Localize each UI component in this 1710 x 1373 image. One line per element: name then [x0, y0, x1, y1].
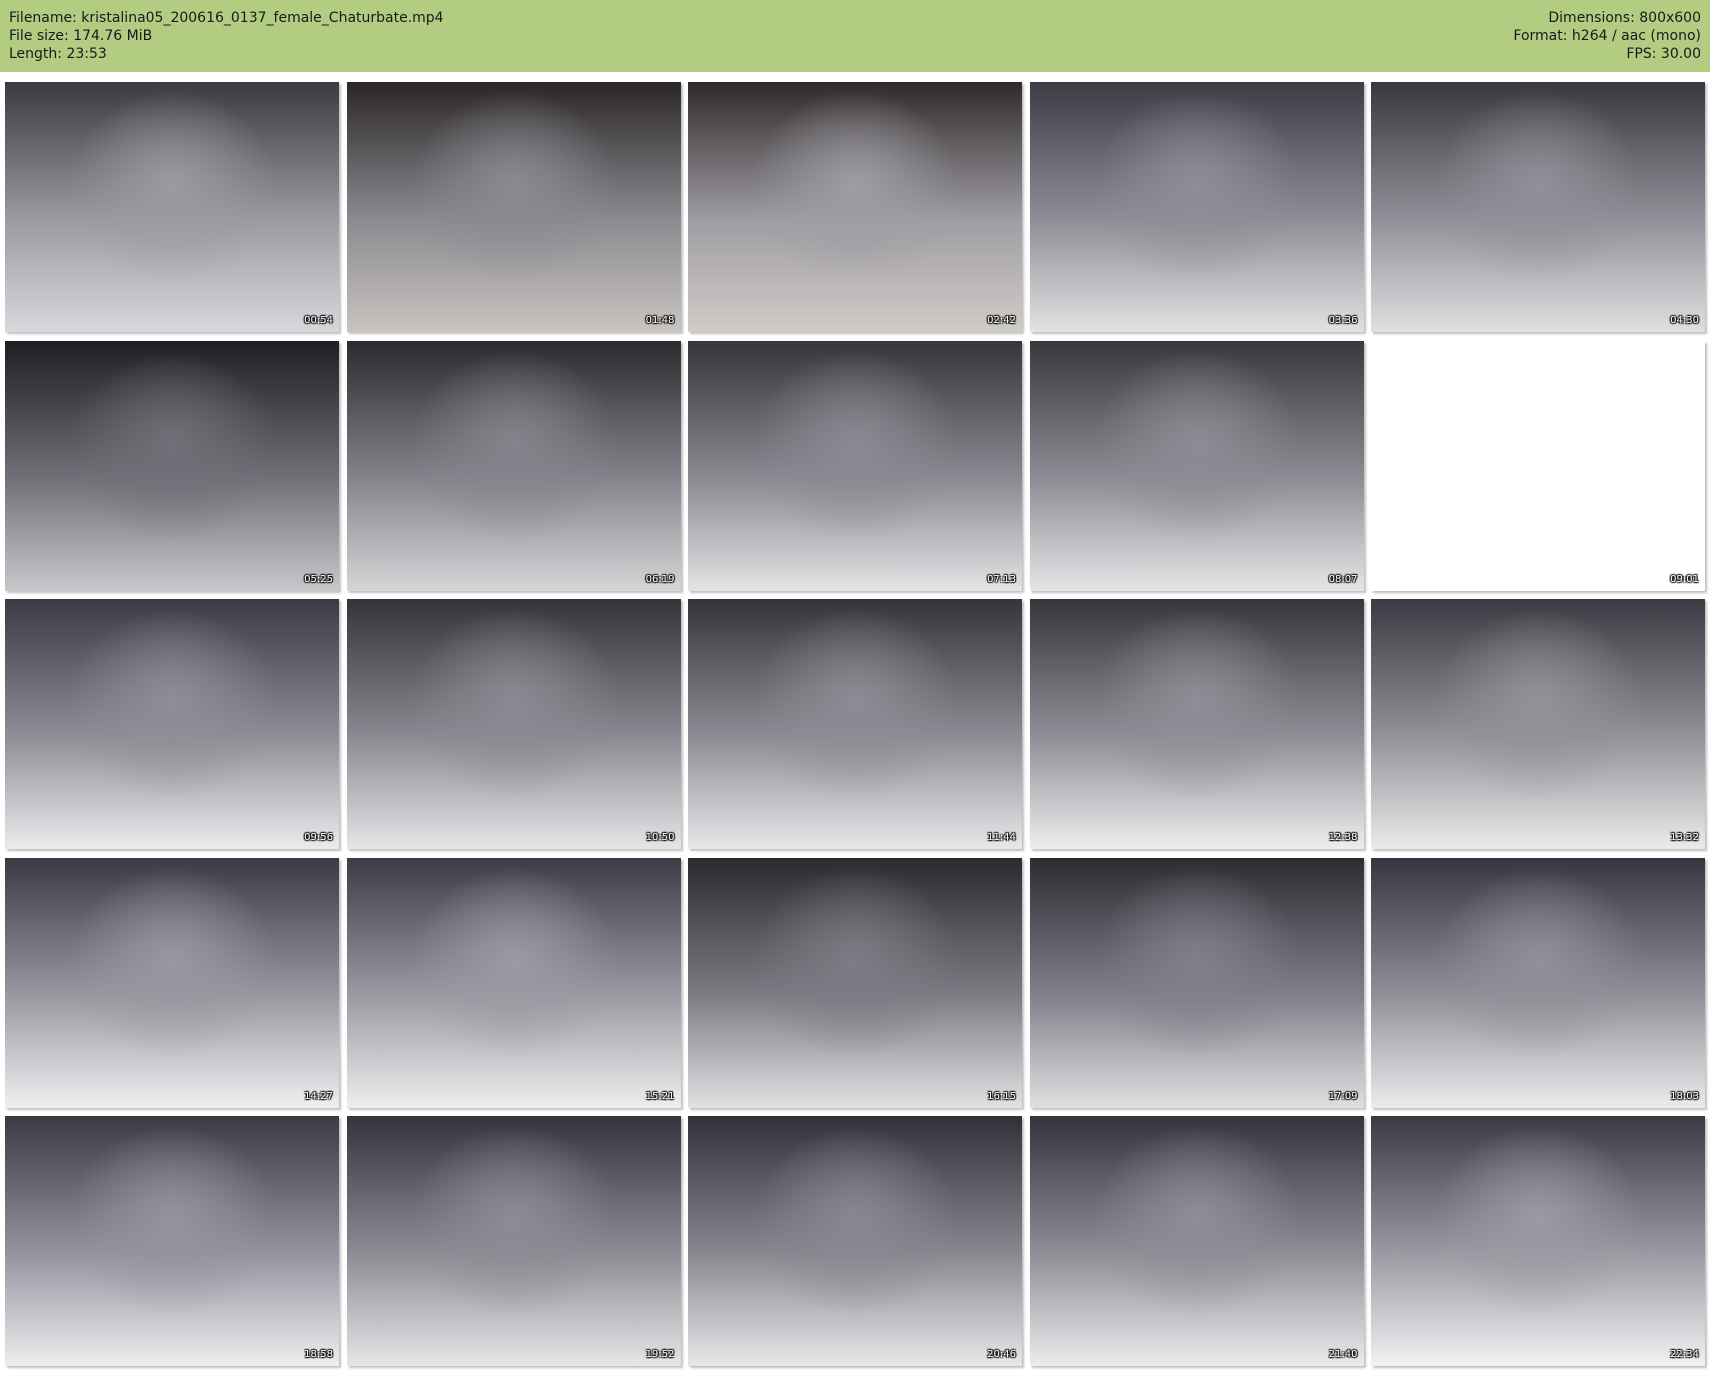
- timestamp-label: 18:58: [304, 1349, 333, 1360]
- thumbnail-frame: 20:46: [688, 1116, 1022, 1366]
- video-frame-image: [5, 82, 339, 332]
- thumbnail-grid: 00:54 01:48 02:42 03:36 04:30 05:25 06:19 07:13…: [5, 82, 1705, 1368]
- video-frame-image: [346, 340, 681, 591]
- video-frame-image: [688, 599, 1022, 849]
- video-frame-image: [346, 82, 681, 332]
- video-frame-image: [1029, 1116, 1364, 1366]
- video-frame-image: [5, 1116, 339, 1366]
- info-header: Filename: kristalina05_200616_0137_femal…: [0, 0, 1710, 72]
- thumbnail-frame: 13:32: [1371, 599, 1705, 849]
- video-frame-image: [1371, 599, 1705, 849]
- thumbnail-frame: 14:27: [5, 857, 339, 1108]
- timestamp-label: 13:32: [1670, 832, 1699, 843]
- timestamp-label: 09:01: [1670, 573, 1699, 585]
- video-frame-image: [1029, 340, 1364, 591]
- video-frame-image: [5, 340, 339, 591]
- timestamp-label: 15:21: [645, 1090, 675, 1102]
- format-text: Format: h264 / aac (mono): [1513, 28, 1701, 44]
- timestamp-label: 20:46: [987, 1349, 1016, 1360]
- video-frame-image: [688, 340, 1022, 591]
- video-frame-image: [688, 1116, 1022, 1366]
- thumbnail-frame: 21:40: [1029, 1116, 1364, 1366]
- video-frame-image: [1371, 1116, 1705, 1366]
- timestamp-label: 08:07: [1328, 573, 1358, 585]
- timestamp-label: 05:25: [304, 573, 333, 585]
- video-frame-image: [1029, 599, 1364, 849]
- thumbnail-frame: 11:44: [688, 599, 1022, 849]
- timestamp-label: 16:15: [987, 1090, 1016, 1102]
- timestamp-label: 22:34: [1670, 1349, 1699, 1360]
- timestamp-label: 21:40: [1328, 1349, 1358, 1360]
- file-info: Filename: kristalina05_200616_0137_femal…: [9, 9, 444, 63]
- thumbnail-frame: 09:01: [1371, 341, 1705, 591]
- thumbnail-frame: 02:42: [688, 82, 1022, 332]
- dimensions-text: Dimensions: 800x600: [1548, 10, 1701, 26]
- thumbnail-frame: 18:03: [1371, 857, 1705, 1108]
- timestamp-label: 18:03: [1670, 1090, 1699, 1102]
- thumbnail-frame: 04:30: [1371, 82, 1705, 332]
- timestamp-label: 03:36: [1328, 315, 1358, 326]
- timestamp-label: 12:38: [1328, 832, 1358, 843]
- video-frame-image: [688, 82, 1022, 332]
- timestamp-label: 02:42: [987, 315, 1016, 326]
- timestamp-label: 19:52: [645, 1349, 675, 1360]
- timestamp-label: 17:09: [1328, 1090, 1358, 1102]
- video-frame-image: [688, 857, 1022, 1108]
- video-frame-image: [1371, 341, 1705, 591]
- video-frame-image: [346, 857, 681, 1108]
- timestamp-label: 06:19: [645, 573, 675, 585]
- video-frame-image: [346, 1116, 681, 1366]
- thumbnail-frame: 05:25: [5, 340, 339, 591]
- thumbnail-frame: 06:19: [346, 340, 681, 591]
- video-frame-image: [5, 599, 339, 849]
- thumbnail-frame: 16:15: [688, 857, 1022, 1108]
- timestamp-label: 01:48: [645, 315, 675, 326]
- video-frame-image: [1029, 857, 1364, 1108]
- thumbnail-frame: 03:36: [1029, 82, 1364, 332]
- video-frame-image: [1371, 82, 1705, 332]
- timestamp-label: 00:54: [304, 315, 333, 326]
- timestamp-label: 14:27: [304, 1090, 333, 1102]
- thumbnail-frame: 01:48: [346, 82, 681, 332]
- fps-text: FPS: 30.00: [1626, 46, 1701, 62]
- timestamp-label: 11:44: [987, 832, 1016, 843]
- length-text: Length: 23:53: [9, 46, 107, 62]
- stream-info: Dimensions: 800x600 Format: h264 / aac (…: [1513, 9, 1701, 63]
- thumbnail-frame: 19:52: [346, 1116, 681, 1366]
- video-frame-image: [5, 857, 339, 1108]
- thumbnail-frame: 18:58: [5, 1116, 339, 1366]
- timestamp-label: 04:30: [1670, 315, 1699, 326]
- thumbnail-frame: 08:07: [1029, 340, 1364, 591]
- video-frame-image: [346, 599, 681, 849]
- thumbnail-frame: 09:56: [5, 599, 339, 849]
- filesize-text: File size: 174.76 MiB: [9, 28, 153, 44]
- thumbnail-frame: 15:21: [346, 857, 681, 1108]
- thumbnail-frame: 00:54: [5, 82, 339, 332]
- timestamp-label: 10:50: [645, 832, 675, 843]
- thumbnail-frame: 07:13: [688, 340, 1022, 591]
- thumbnail-frame: 12:38: [1029, 599, 1364, 849]
- timestamp-label: 07:13: [987, 573, 1016, 585]
- timestamp-label: 09:56: [304, 832, 333, 843]
- thumbnail-frame: 17:09: [1029, 857, 1364, 1108]
- filename-text: Filename: kristalina05_200616_0137_femal…: [9, 10, 444, 26]
- thumbnail-frame: 10:50: [346, 599, 681, 849]
- thumbnail-frame: 22:34: [1371, 1116, 1705, 1366]
- video-frame-image: [1371, 857, 1705, 1108]
- video-frame-image: [1029, 82, 1364, 332]
